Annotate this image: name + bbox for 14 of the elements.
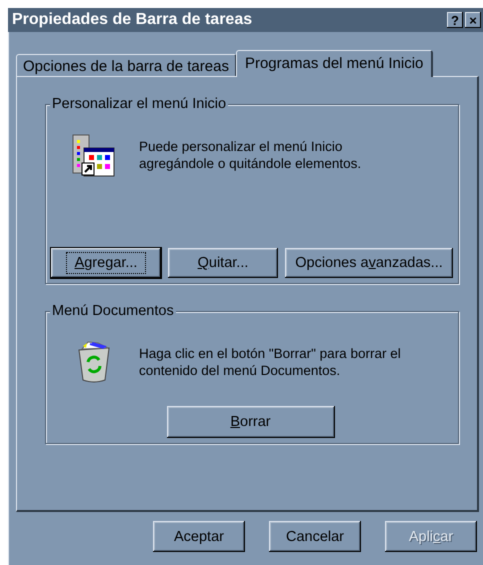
tab[interactable]: Programas del menú Inicio — [236, 50, 434, 77]
dialog-button[interactable]: Agregar... — [51, 248, 161, 278]
window-title: Propiedades de Barra de tareas — [12, 11, 254, 29]
dialog-button[interactable]: Borrar — [166, 406, 334, 438]
dialog-button[interactable]: Aceptar — [153, 521, 245, 552]
help-button[interactable]: ? — [447, 12, 463, 28]
start-menu-icon — [71, 133, 117, 179]
description-text: Puede personalizar el menú Inicio agregándole o quitándole elementos. — [139, 138, 362, 172]
close-button[interactable]: × — [465, 12, 481, 28]
description-text: Haga clic en el botón "Borrar" para borrar el contenido del menú Documentos. — [139, 345, 402, 379]
dialog-button[interactable]: Opciones avanzadas... — [285, 248, 453, 278]
dialog-button[interactable]: Cancelar — [269, 521, 361, 552]
tab[interactable]: Opciones de la barra de tareas — [16, 54, 237, 76]
dialog-button[interactable]: Quitar... — [168, 248, 278, 278]
